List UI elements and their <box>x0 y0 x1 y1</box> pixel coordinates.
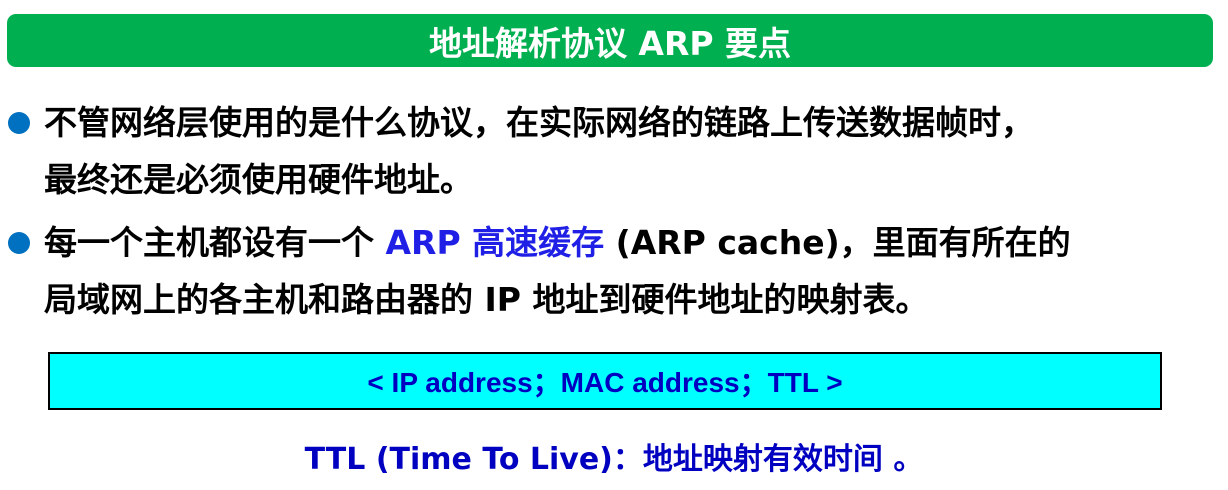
bullet-1-line-1: 不管网络层使用的是什么协议，在实际网络的链路上传送数据帧时， <box>44 103 1034 142</box>
bullet-dot-icon <box>8 112 30 134</box>
bullet-2-line-1: 每一个主机都设有一个 ARP 高速缓存 (ARP cache)，里面有所在的 <box>44 218 1071 268</box>
text: 每一个主机都设有一个 <box>44 223 386 262</box>
bullet-dot-icon <box>8 232 30 254</box>
bullet-1-line-2: 最终还是必须使用硬件地址。 <box>44 160 473 199</box>
arp-entry-format: < IP address；MAC address；TTL > <box>367 367 843 398</box>
bullet-2-line-2: 局域网上的各主机和路由器的 IP 地址到硬件地址的映射表。 <box>44 280 929 319</box>
slide-title-bar: 地址解析协议 ARP 要点 <box>7 14 1213 67</box>
text: (ARP cache)，里面有所在的 <box>604 223 1071 262</box>
arp-entry-format-box: < IP address；MAC address；TTL > <box>48 352 1162 410</box>
ttl-note: TTL (Time To Live)：地址映射有效时间 。 <box>304 442 924 477</box>
slide-title: 地址解析协议 ARP 要点 <box>428 23 792 63</box>
arp-cache-highlight: ARP 高速缓存 <box>385 223 605 262</box>
